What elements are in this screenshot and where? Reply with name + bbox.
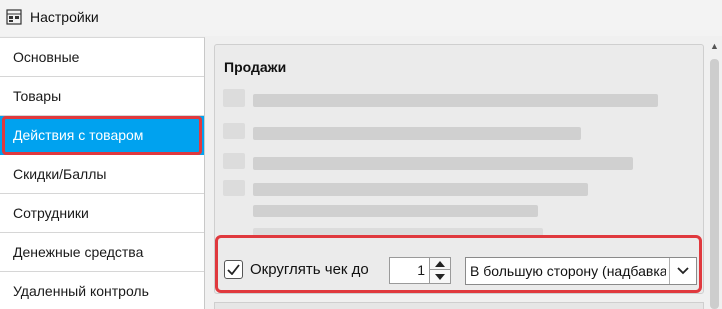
settings-sidebar: Основные Товары Действия с товаром Скидк… bbox=[0, 37, 205, 309]
blurred-content bbox=[223, 89, 245, 107]
sidebar-item-label: Скидки/Баллы bbox=[13, 166, 107, 182]
round-check-label: Округлять чек до bbox=[250, 261, 369, 278]
blurred-content bbox=[253, 127, 581, 140]
sidebar-item-label: Основные bbox=[13, 49, 80, 65]
title-bar: Настройки bbox=[0, 0, 722, 36]
checkmark-icon bbox=[227, 264, 240, 275]
round-direction-value: В большую сторону (надбавка) bbox=[470, 263, 666, 279]
stepper-up-button[interactable] bbox=[430, 258, 450, 270]
scroll-up-icon[interactable]: ▲ bbox=[710, 41, 719, 51]
sidebar-item-goods[interactable]: Товары bbox=[0, 77, 204, 116]
dropdown-arrow-button[interactable] bbox=[669, 258, 696, 284]
round-check-checkbox[interactable] bbox=[224, 260, 243, 279]
sidebar-item-label: Денежные средства bbox=[13, 244, 144, 260]
section-title: Продажи bbox=[224, 59, 287, 75]
blurred-content bbox=[253, 205, 538, 217]
blurred-content bbox=[223, 180, 245, 196]
sidebar-item-general[interactable]: Основные bbox=[0, 38, 204, 77]
next-section-edge bbox=[214, 302, 704, 309]
chevron-down-icon bbox=[677, 267, 689, 275]
round-direction-select[interactable]: В большую сторону (надбавка) bbox=[465, 257, 697, 285]
sidebar-item-label: Сотрудники bbox=[13, 205, 89, 221]
blurred-content bbox=[223, 153, 245, 169]
settings-window: Настройки Основные Товары Действия с тов… bbox=[0, 0, 722, 309]
settings-app-icon bbox=[6, 9, 22, 25]
sidebar-item-employees[interactable]: Сотрудники bbox=[0, 194, 204, 233]
blurred-content bbox=[253, 94, 658, 107]
sidebar-item-discounts[interactable]: Скидки/Баллы bbox=[0, 155, 204, 194]
sidebar-item-label: Действия с товаром bbox=[13, 127, 144, 143]
blurred-content bbox=[253, 183, 588, 196]
sidebar-item-label: Товары bbox=[13, 88, 62, 104]
sidebar-item-cash[interactable]: Денежные средства bbox=[0, 233, 204, 272]
blurred-content bbox=[253, 228, 543, 238]
stepper-down-button[interactable] bbox=[430, 271, 450, 283]
sidebar-item-remote-control[interactable]: Удаленный контроль bbox=[0, 272, 204, 309]
round-value-stepper bbox=[429, 257, 451, 284]
blurred-content bbox=[253, 157, 633, 170]
sidebar-item-goods-actions[interactable]: Действия с товаром bbox=[0, 116, 204, 155]
sidebar-item-label: Удаленный контроль bbox=[13, 283, 149, 299]
scroll-thumb[interactable] bbox=[710, 59, 719, 309]
vertical-scrollbar[interactable]: ▲ bbox=[706, 37, 722, 309]
round-value-input[interactable]: 1 bbox=[389, 257, 429, 284]
blurred-content bbox=[223, 123, 245, 139]
chevron-up-icon bbox=[435, 260, 445, 267]
window-title: Настройки bbox=[30, 9, 99, 25]
chevron-down-icon bbox=[435, 274, 445, 280]
